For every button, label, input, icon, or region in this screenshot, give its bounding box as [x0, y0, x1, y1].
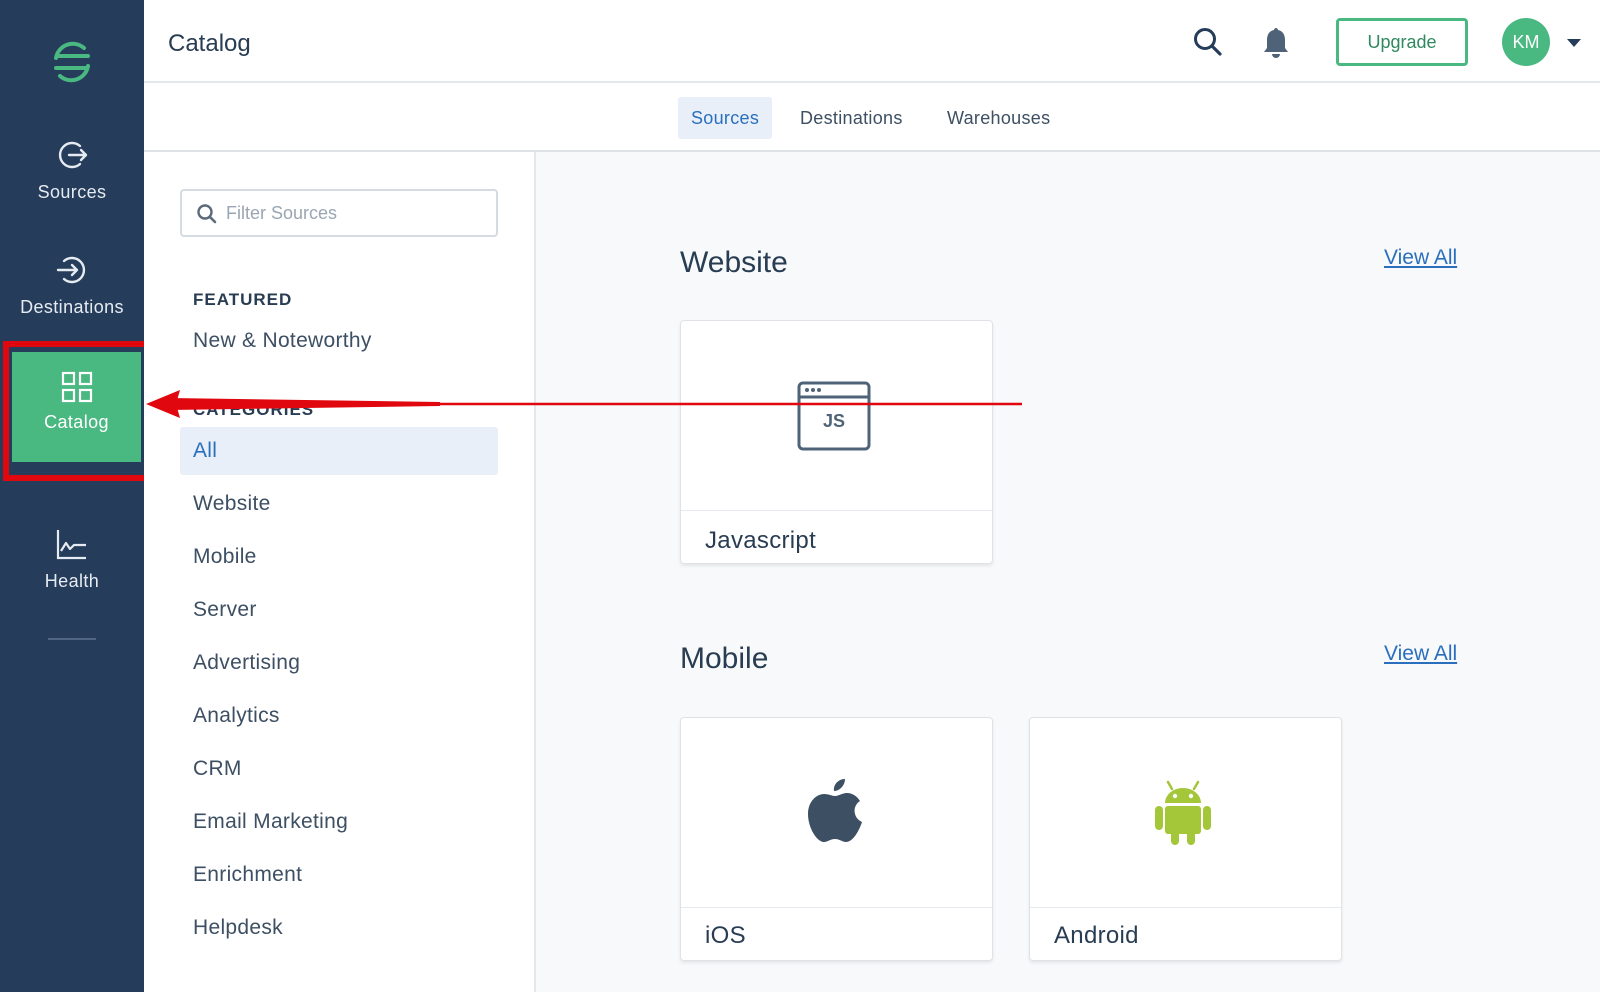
category-mobile[interactable]: Mobile: [180, 533, 498, 581]
featured-item-new-noteworthy[interactable]: New & Noteworthy: [180, 317, 498, 365]
annotation-highlight-box: [3, 341, 150, 481]
user-avatar[interactable]: KM: [1502, 18, 1550, 66]
nav-label-health: Health: [44, 571, 100, 591]
page-title: Catalog: [168, 30, 251, 57]
filter-sources-field[interactable]: [180, 189, 498, 237]
upgrade-button[interactable]: Upgrade: [1336, 18, 1468, 66]
destinations-icon: [56, 256, 86, 284]
annotation-arrow: [146, 390, 1022, 418]
category-helpdesk[interactable]: Helpdesk: [180, 904, 498, 952]
category-website[interactable]: Website: [180, 480, 498, 528]
nav-item-health[interactable]: Health: [0, 527, 144, 592]
sources-icon: [58, 141, 88, 169]
category-server[interactable]: Server: [180, 586, 498, 634]
featured-heading: FEATURED: [193, 290, 293, 309]
segment-logo-icon[interactable]: [48, 38, 96, 86]
card-media: [1030, 718, 1341, 908]
source-card-ios[interactable]: iOS: [680, 717, 993, 961]
view-all-website-link[interactable]: View All: [1384, 246, 1457, 270]
filter-sources-input[interactable]: [226, 200, 486, 226]
category-enrichment[interactable]: Enrichment: [180, 851, 498, 899]
card-label-android: Android: [1054, 922, 1139, 949]
search-icon[interactable]: [1192, 26, 1224, 58]
view-all-mobile-link[interactable]: View All: [1384, 642, 1457, 666]
source-card-javascript[interactable]: JS Javascript: [680, 320, 993, 564]
category-analytics[interactable]: Analytics: [180, 692, 498, 740]
tab-destinations[interactable]: Destinations: [787, 97, 916, 139]
nav-label-sources: Sources: [37, 182, 107, 202]
top-header: Catalog Upgrade KM: [144, 0, 1600, 83]
search-icon: [197, 204, 217, 224]
left-navigation: Sources Destinations Catalog Health: [0, 0, 144, 992]
nav-item-destinations[interactable]: Destinations: [0, 253, 144, 318]
health-chart-icon: [56, 530, 86, 560]
category-advertising[interactable]: Advertising: [180, 639, 498, 687]
nav-divider: [48, 638, 96, 640]
card-label-javascript: Javascript: [705, 527, 817, 554]
tab-warehouses[interactable]: Warehouses: [934, 97, 1063, 139]
catalog-tabs: Sources Destinations Warehouses: [144, 83, 1600, 152]
card-label-ios: iOS: [705, 922, 746, 949]
android-icon: [1155, 780, 1211, 845]
notification-bell-icon[interactable]: [1260, 26, 1292, 60]
section-title-website: Website: [680, 246, 788, 279]
catalog-main-content: Website View All JS Javascript Mobile Vi…: [536, 152, 1600, 992]
category-sidebar: FEATURED New & Noteworthy CATEGORIES All…: [144, 152, 536, 992]
section-title-mobile: Mobile: [680, 642, 769, 675]
nav-item-sources[interactable]: Sources: [0, 138, 144, 203]
category-crm[interactable]: CRM: [180, 745, 498, 793]
category-all[interactable]: All: [180, 427, 498, 475]
source-card-android[interactable]: Android: [1029, 717, 1342, 961]
category-email-marketing[interactable]: Email Marketing: [180, 798, 498, 846]
apple-icon: [808, 779, 862, 842]
tab-sources[interactable]: Sources: [678, 97, 773, 139]
card-media: [681, 718, 992, 908]
nav-label-destinations: Destinations: [20, 297, 124, 317]
account-menu-chevron-down-icon[interactable]: [1567, 39, 1581, 47]
